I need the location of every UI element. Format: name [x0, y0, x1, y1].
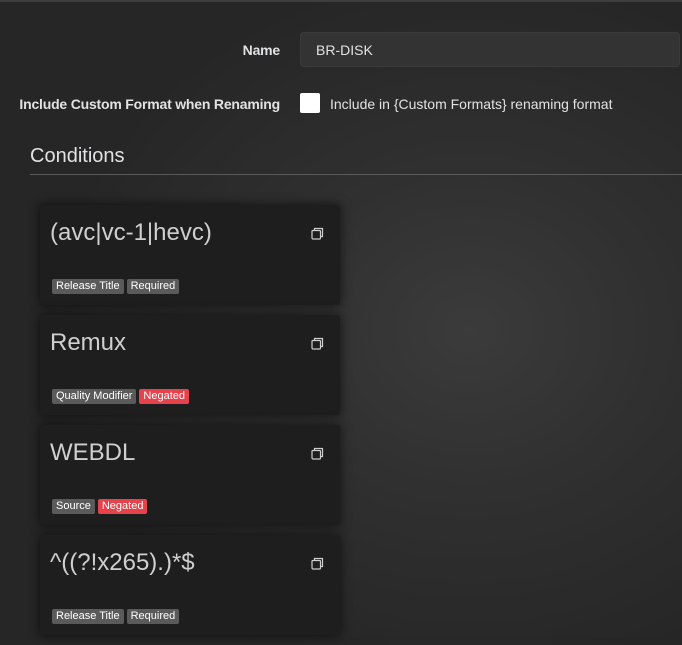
- condition-card[interactable]: WEBDL Source Negated: [40, 425, 340, 525]
- badge-negated: Negated: [139, 389, 190, 404]
- badge-release-title: Release Title: [52, 279, 124, 294]
- condition-card[interactable]: (avc|vc-1|hevc) Release Title Required: [40, 205, 340, 305]
- rename-label: Include Custom Format when Renaming: [19, 96, 280, 112]
- rename-checkbox[interactable]: [300, 93, 320, 113]
- name-row: Name: [0, 32, 682, 67]
- badge-negated: Negated: [97, 499, 148, 514]
- condition-badges: Release Title Required: [52, 609, 180, 624]
- conditions-list: (avc|vc-1|hevc) Release Title Required R…: [40, 205, 340, 645]
- condition-badges: Release Title Required: [52, 279, 180, 294]
- condition-card[interactable]: ^((?!x265).)*$ Release Title Required: [40, 535, 340, 635]
- rename-checkbox-label[interactable]: Include in {Custom Formats} renaming for…: [330, 88, 612, 120]
- clone-icon[interactable]: [311, 227, 325, 241]
- badge-required: Required: [126, 609, 180, 624]
- condition-title: (avc|vc-1|hevc): [50, 219, 212, 246]
- rename-row: Include Custom Format when Renaming Incl…: [0, 88, 682, 120]
- condition-badges: Quality Modifier Negated: [52, 389, 190, 404]
- top-border: [0, 0, 682, 2]
- clone-icon[interactable]: [311, 447, 325, 461]
- name-label: Name: [242, 41, 281, 58]
- badge-source: Source: [52, 499, 95, 514]
- condition-card[interactable]: Remux Quality Modifier Negated: [40, 315, 340, 415]
- section-divider: [30, 174, 682, 175]
- condition-title: ^((?!x265).)*$: [50, 549, 195, 576]
- condition-title: WEBDL: [50, 439, 136, 466]
- clone-icon[interactable]: [311, 557, 325, 571]
- condition-title: Remux: [50, 329, 127, 356]
- name-input[interactable]: [300, 32, 680, 67]
- badge-quality-modifier: Quality Modifier: [52, 389, 137, 404]
- badge-release-title: Release Title: [52, 609, 124, 624]
- clone-icon[interactable]: [311, 337, 325, 351]
- badge-required: Required: [126, 279, 180, 294]
- conditions-title: Conditions: [30, 145, 125, 167]
- condition-badges: Source Negated: [52, 499, 148, 514]
